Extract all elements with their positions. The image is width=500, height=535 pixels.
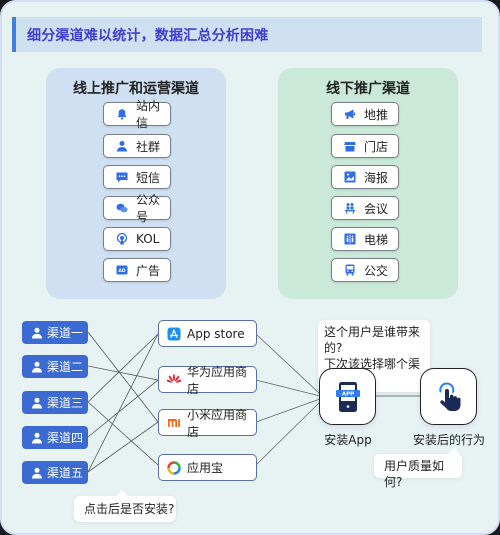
yingyongbao-icon [167, 460, 181, 475]
post-install-behavior-node [420, 368, 477, 425]
channel-button[interactable]: 渠道二 [22, 355, 88, 378]
app-badge: APP [341, 391, 353, 397]
user-icon [32, 361, 42, 372]
channel-button[interactable]: 渠道四 [22, 426, 88, 449]
post-install-behavior-label: 安装后的行为 [412, 433, 485, 447]
channel-to-store-line [87, 421, 159, 473]
user-icon [32, 432, 42, 443]
install-app-node: APP [319, 368, 376, 425]
store-xiaomi[interactable]: 小米应用商店 [158, 408, 257, 439]
channel-to-store-line [87, 401, 159, 466]
store-to-install-line [255, 398, 321, 423]
install-app-label: 安装App [324, 433, 372, 447]
store-huawei[interactable]: 华为应用商店 [158, 365, 257, 396]
channel-button[interactable]: 渠道三 [22, 391, 88, 414]
channel-to-store-line [87, 333, 159, 473]
user-icon [32, 397, 42, 408]
install-question-bubble: 点击后是否安装? [74, 490, 176, 522]
channel-button[interactable]: 渠道五 [22, 461, 88, 484]
store-app-store[interactable]: App store [158, 320, 257, 347]
user-icon [32, 327, 42, 338]
store-to-install-line [255, 379, 321, 397]
user-icon [32, 467, 42, 478]
app-store-icon [167, 327, 181, 341]
tap-gesture-icon [438, 381, 460, 411]
xiaomi-icon [167, 416, 181, 430]
diagram-frame: 细分渠道难以统计，数据汇总分析困难 线上推广和运营渠道 站内信 社群 短信 公众… [0, 0, 500, 535]
quality-question-bubble: 用户质量如何? [374, 448, 462, 489]
huawei-icon [167, 373, 181, 387]
store-to-install-line [255, 333, 321, 395]
store-yingyongbao[interactable]: 应用宝 [158, 454, 257, 481]
app-phone-icon: APP [335, 381, 360, 412]
store-to-install-line [255, 401, 321, 466]
channel-button[interactable]: 渠道一 [22, 321, 88, 344]
